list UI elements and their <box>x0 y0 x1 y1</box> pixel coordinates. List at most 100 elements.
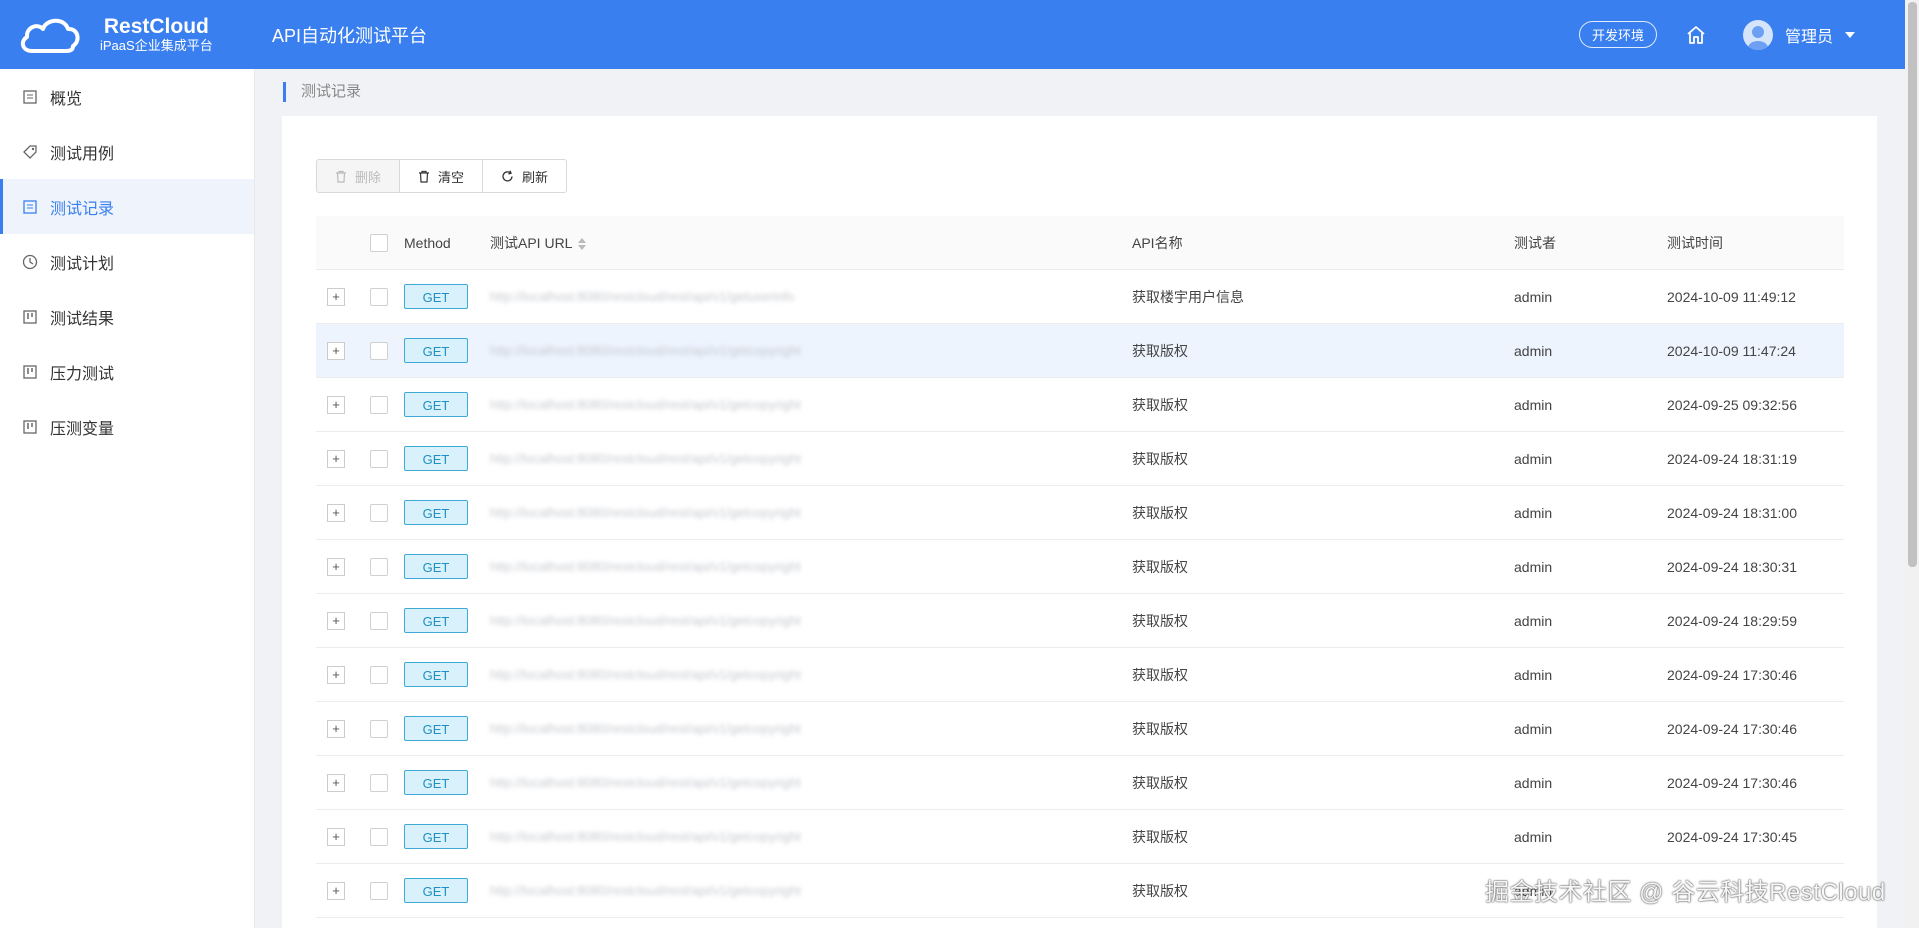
checkbox-cell <box>356 647 404 702</box>
expand-row-icon[interactable]: + <box>327 287 345 306</box>
row-checkbox[interactable] <box>370 665 388 684</box>
method-badge: GET <box>404 878 468 903</box>
sort-icon[interactable] <box>578 237 587 250</box>
home-icon[interactable] <box>1685 23 1709 47</box>
expand-row-icon[interactable]: + <box>327 341 345 360</box>
api-name-cell: 获取版权 <box>1132 809 1514 864</box>
row-checkbox[interactable] <box>370 719 388 738</box>
sidebar-item-stress-variables[interactable]: 压测变量 <box>0 399 254 454</box>
table-row[interactable]: + GET http://localhost:8080/restcloud/rest… <box>316 323 1844 378</box>
expand-row-icon[interactable]: + <box>327 449 345 468</box>
row-checkbox[interactable] <box>370 827 388 846</box>
row-checkbox[interactable] <box>370 881 388 900</box>
row-checkbox[interactable] <box>370 395 388 414</box>
sidebar-item-test-cases[interactable]: 测试用例 <box>0 124 254 179</box>
url-cell: http://localhost:8080/restcloud/rest/api… <box>490 377 1132 432</box>
method-cell: GET <box>404 269 490 324</box>
method-cell: GET <box>404 377 490 432</box>
toolbar: 删除 清空 刷新 <box>316 159 568 193</box>
table-row[interactable]: + GET http://localhost:8080/restcloud/rest… <box>316 269 1844 324</box>
expand-cell: + <box>316 485 356 540</box>
time-cell: 2024-09-25 09:32:56 <box>1667 377 1844 432</box>
sidebar-item-test-records[interactable]: 测试记录 <box>0 179 254 234</box>
row-checkbox[interactable] <box>370 611 388 630</box>
expand-row-icon[interactable]: + <box>327 557 345 576</box>
select-all-checkbox[interactable] <box>370 233 388 252</box>
api-url: http://localhost:8080/restcloud/rest/api… <box>490 829 801 844</box>
api-name-cell: 获取楼宇用户信息 <box>1132 269 1514 324</box>
scrollbar-thumb[interactable] <box>1908 2 1917 567</box>
sidebar-item-label: 测试记录 <box>50 200 115 218</box>
table-row[interactable]: + GET http://localhost:8080/restcloud/rest… <box>316 431 1844 486</box>
sidebar-item-label: 压力测试 <box>50 365 115 383</box>
row-checkbox[interactable] <box>370 341 388 360</box>
url-cell: http://localhost:8080/restcloud/rest/api… <box>490 269 1132 324</box>
expand-row-icon[interactable]: + <box>327 665 345 684</box>
api-url: http://localhost:8080/restcloud/rest/api… <box>490 343 801 358</box>
checkbox-cell <box>356 755 404 810</box>
board-icon <box>22 309 38 325</box>
tester-cell: admin <box>1514 809 1667 864</box>
page-scrollbar[interactable] <box>1905 0 1919 928</box>
expand-row-icon[interactable]: + <box>327 395 345 414</box>
expand-column-header <box>316 216 356 270</box>
sidebar-item-test-results[interactable]: 测试结果 <box>0 289 254 344</box>
method-badge: GET <box>404 284 468 309</box>
sidebar-item-label: 测试用例 <box>50 145 115 163</box>
expand-cell: + <box>316 539 356 594</box>
url-column-header[interactable]: 测试API URL <box>490 216 1132 270</box>
refresh-button[interactable]: 刷新 <box>482 159 568 193</box>
expand-cell: + <box>316 323 356 378</box>
checkbox-cell <box>356 809 404 864</box>
row-checkbox[interactable] <box>370 503 388 522</box>
user-name[interactable]: 管理员 <box>1785 23 1833 47</box>
expand-row-icon[interactable]: + <box>327 719 345 738</box>
api-name-cell: 获取版权 <box>1132 377 1514 432</box>
sidebar-item-stress-test[interactable]: 压力测试 <box>0 344 254 399</box>
sidebar-item-overview[interactable]: 概览 <box>0 69 254 124</box>
api-url: http://localhost:8080/restcloud/rest/api… <box>490 721 801 736</box>
method-badge: GET <box>404 824 468 849</box>
trash-icon <box>335 170 347 183</box>
method-cell: GET <box>404 863 490 918</box>
checkbox-cell <box>356 431 404 486</box>
row-checkbox[interactable] <box>370 773 388 792</box>
method-badge: GET <box>404 770 468 795</box>
table-row[interactable]: + GET http://localhost:8080/restcloud/rest… <box>316 701 1844 756</box>
logo[interactable]: RestCloud iPaaS企业集成平台 <box>0 13 250 57</box>
row-checkbox[interactable] <box>370 287 388 306</box>
time-cell: 2024-10-09 11:47:24 <box>1667 323 1844 378</box>
table-row[interactable]: + GET http://localhost:8080/restcloud/rest… <box>316 377 1844 432</box>
chevron-down-icon[interactable] <box>1845 31 1855 38</box>
row-checkbox[interactable] <box>370 449 388 468</box>
table-row[interactable]: + GET http://localhost:8080/restcloud/rest… <box>316 593 1844 648</box>
clear-button[interactable]: 清空 <box>399 159 484 193</box>
expand-row-icon[interactable]: + <box>327 773 345 792</box>
row-checkbox[interactable] <box>370 557 388 576</box>
table-row[interactable]: + GET http://localhost:8080/restcloud/rest… <box>316 809 1844 864</box>
table-row[interactable]: + GET http://localhost:8080/restcloud/rest… <box>316 647 1844 702</box>
avatar[interactable] <box>1742 19 1773 50</box>
refresh-icon <box>501 170 514 183</box>
table-row[interactable]: + GET http://localhost:8080/restcloud/rest… <box>316 485 1844 540</box>
expand-row-icon[interactable]: + <box>327 611 345 630</box>
method-badge: GET <box>404 500 468 525</box>
tester-column-header: 测试者 <box>1514 216 1667 270</box>
expand-row-icon[interactable]: + <box>327 881 345 900</box>
delete-button[interactable]: 删除 <box>316 159 401 193</box>
expand-row-icon[interactable]: + <box>327 827 345 846</box>
table-row[interactable]: + GET http://localhost:8080/restcloud/rest… <box>316 539 1844 594</box>
api-url: http://localhost:8080/restcloud/rest/api… <box>490 397 801 412</box>
api-url: http://localhost:8080/restcloud/rest/api… <box>490 505 801 520</box>
url-cell: http://localhost:8080/restcloud/rest/api… <box>490 755 1132 810</box>
checkbox-cell <box>356 485 404 540</box>
api-name-cell: 获取版权 <box>1132 431 1514 486</box>
expand-cell: + <box>316 863 356 918</box>
time-cell: 2024-09-24 17:30:46 <box>1667 701 1844 756</box>
expand-cell: + <box>316 431 356 486</box>
table-row[interactable]: + GET http://localhost:8080/restcloud/rest… <box>316 755 1844 810</box>
environment-button[interactable]: 开发环境 <box>1578 21 1657 48</box>
cloud-logo-icon <box>18 13 82 57</box>
expand-row-icon[interactable]: + <box>327 503 345 522</box>
sidebar-item-test-plan[interactable]: 测试计划 <box>0 234 254 289</box>
